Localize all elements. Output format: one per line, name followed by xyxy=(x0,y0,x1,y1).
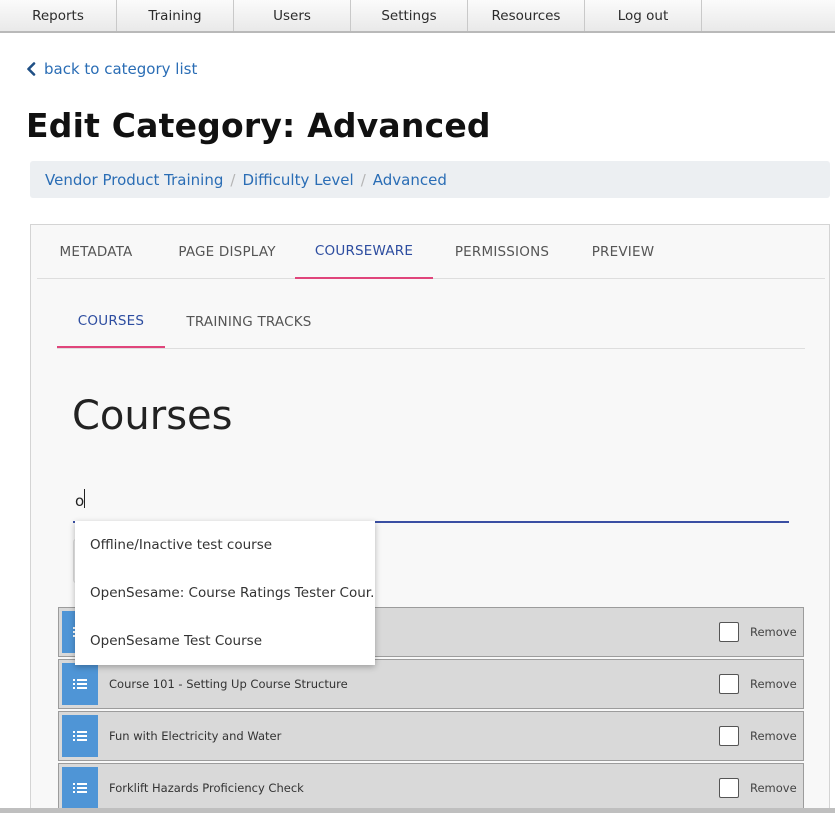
course-search-field xyxy=(73,481,789,523)
category-tabs: METADATA PAGE DISPLAY COURSEWARE PERMISS… xyxy=(37,225,825,279)
remove-label: Remove xyxy=(750,729,797,743)
courses-heading: Courses xyxy=(72,393,233,439)
remove-label: Remove xyxy=(750,677,797,691)
chevron-left-icon xyxy=(27,62,36,76)
nav-training[interactable]: Training xyxy=(117,0,234,31)
list-icon xyxy=(73,783,87,793)
breadcrumb-separator: / xyxy=(230,170,236,189)
breadcrumb-item-vendor-product-training[interactable]: Vendor Product Training xyxy=(45,171,223,189)
back-to-category-list-link[interactable]: back to category list xyxy=(26,60,197,78)
course-row: Course 101 - Setting Up Course Structure… xyxy=(58,659,804,709)
remove-checkbox[interactable] xyxy=(719,674,739,694)
nav-resources[interactable]: Resources xyxy=(468,0,585,31)
page-title: Edit Category: Advanced xyxy=(26,106,491,145)
remove-label: Remove xyxy=(750,625,797,639)
nav-log-out[interactable]: Log out xyxy=(585,0,702,31)
breadcrumb-item-advanced[interactable]: Advanced xyxy=(373,171,447,189)
course-name: Forklift Hazards Proficiency Check xyxy=(109,781,304,795)
breadcrumb-separator: / xyxy=(360,170,366,189)
course-name: Fun with Electricity and Water xyxy=(109,729,282,743)
autocomplete-option[interactable]: OpenSesame: Course Ratings Tester Cour..… xyxy=(75,569,375,617)
courseware-subtabs: COURSES TRAINING TRACKS xyxy=(57,295,805,349)
list-icon xyxy=(73,679,87,689)
remove-checkbox[interactable] xyxy=(719,778,739,798)
tab-permissions[interactable]: PERMISSIONS xyxy=(437,225,567,279)
subtab-courses[interactable]: COURSES xyxy=(57,295,165,348)
course-name: Course 101 - Setting Up Course Structure xyxy=(109,677,348,691)
tab-page-display[interactable]: PAGE DISPLAY xyxy=(159,225,295,279)
course-row: Forklift Hazards Proficiency Check Remov… xyxy=(58,763,804,813)
drag-handle[interactable] xyxy=(62,767,98,809)
autocomplete-option[interactable]: OpenSesame Test Course xyxy=(75,617,375,665)
bottom-scroll-edge xyxy=(0,808,835,813)
breadcrumb: Vendor Product Training / Difficulty Lev… xyxy=(30,161,830,198)
nav-settings[interactable]: Settings xyxy=(351,0,468,31)
breadcrumb-item-difficulty-level[interactable]: Difficulty Level xyxy=(242,171,353,189)
tab-metadata[interactable]: METADATA xyxy=(37,225,155,279)
nav-users[interactable]: Users xyxy=(234,0,351,31)
list-icon xyxy=(73,731,87,741)
autocomplete-option[interactable]: Offline/Inactive test course xyxy=(75,521,375,569)
course-autocomplete-dropdown: Offline/Inactive test course OpenSesame:… xyxy=(75,521,375,665)
nav-reports[interactable]: Reports xyxy=(0,0,117,31)
back-link-label: back to category list xyxy=(44,60,198,78)
text-caret xyxy=(84,489,85,508)
edit-category-card: METADATA PAGE DISPLAY COURSEWARE PERMISS… xyxy=(30,224,830,813)
course-search-input[interactable] xyxy=(73,481,789,521)
course-row: Fun with Electricity and Water Remove xyxy=(58,711,804,761)
remove-checkbox[interactable] xyxy=(719,726,739,746)
remove-checkbox[interactable] xyxy=(719,622,739,642)
drag-handle[interactable] xyxy=(62,663,98,705)
subtab-training-tracks[interactable]: TRAINING TRACKS xyxy=(165,295,333,348)
drag-handle[interactable] xyxy=(62,715,98,757)
top-nav: Reports Training Users Settings Resource… xyxy=(0,0,835,33)
remove-label: Remove xyxy=(750,781,797,795)
tab-preview[interactable]: PREVIEW xyxy=(567,225,679,279)
tab-courseware[interactable]: COURSEWARE xyxy=(295,225,433,279)
